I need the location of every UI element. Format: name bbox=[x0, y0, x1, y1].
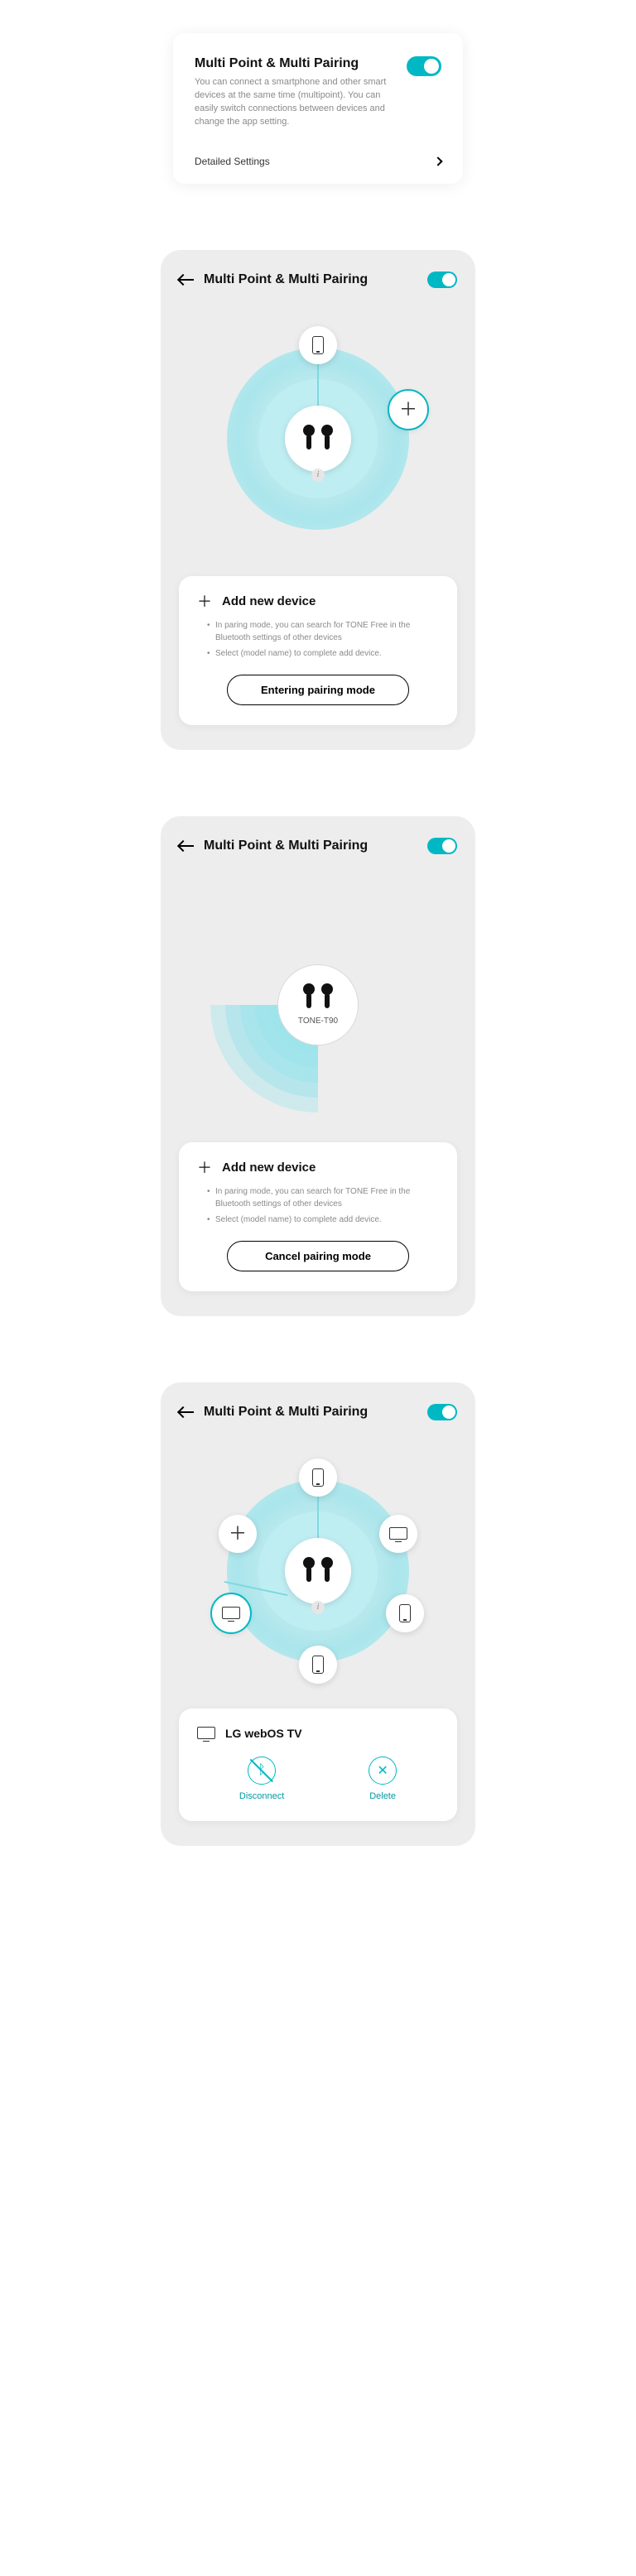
device-slot-monitor[interactable] bbox=[379, 1515, 417, 1553]
back-icon[interactable] bbox=[179, 274, 194, 286]
screen-initial-pairing: Multi Point & Multi Pairing i bbox=[161, 250, 475, 750]
instruction-bullet: In paring mode, you can search for TONE … bbox=[207, 1185, 439, 1210]
plus-icon: ＋ bbox=[399, 401, 417, 419]
monitor-icon bbox=[197, 1727, 215, 1739]
earbuds-icon bbox=[301, 425, 335, 453]
bluetooth-off-icon: ᛒ bbox=[248, 1757, 276, 1785]
chevron-right-icon bbox=[433, 156, 442, 166]
phone-icon bbox=[312, 1468, 324, 1487]
plus-icon: ＋ bbox=[229, 1525, 247, 1543]
unlink-icon: ✕ bbox=[369, 1757, 397, 1785]
earbuds-center bbox=[285, 406, 351, 472]
phone-icon bbox=[312, 336, 324, 354]
monitor-icon bbox=[389, 1527, 407, 1540]
multipoint-toggle[interactable] bbox=[427, 272, 457, 288]
settings-summary-card: Multi Point & Multi Pairing You can conn… bbox=[173, 33, 463, 184]
model-label: TONE-T90 bbox=[298, 1016, 338, 1026]
back-icon[interactable] bbox=[179, 1406, 194, 1418]
add-device-card: ＋ Add new device In paring mode, you can… bbox=[179, 1142, 457, 1291]
instruction-bullet: Select (model name) to complete add devi… bbox=[207, 1214, 439, 1226]
multipoint-toggle[interactable] bbox=[407, 56, 441, 76]
add-device-card: ＋ Add new device In paring mode, you can… bbox=[179, 576, 457, 725]
screen-pairing-scan: Multi Point & Multi Pairing TONE-T90 ＋ A… bbox=[161, 816, 475, 1316]
disconnect-label: Disconnect bbox=[239, 1791, 284, 1801]
device-radial-view: i ＋ bbox=[210, 331, 426, 546]
device-slot-monitor-selected[interactable] bbox=[212, 1594, 250, 1632]
earbuds-icon bbox=[301, 983, 335, 1012]
device-manage-card: LG webOS TV ᛒ Disconnect ✕ Delete bbox=[179, 1709, 457, 1821]
delete-label: Delete bbox=[369, 1791, 396, 1801]
device-slot-phone[interactable] bbox=[299, 326, 337, 364]
page-title: Multi Point & Multi Pairing bbox=[204, 272, 417, 287]
detailed-settings-label: Detailed Settings bbox=[195, 156, 270, 167]
instruction-bullet: Select (model name) to complete add devi… bbox=[207, 647, 439, 660]
disconnect-button[interactable]: ᛒ Disconnect bbox=[239, 1757, 284, 1801]
info-icon[interactable]: i bbox=[311, 1601, 325, 1614]
add-device-button[interactable]: ＋ bbox=[389, 391, 427, 429]
page-title: Multi Point & Multi Pairing bbox=[204, 1405, 417, 1420]
multipoint-toggle[interactable] bbox=[427, 1404, 457, 1420]
multipoint-toggle[interactable] bbox=[427, 838, 457, 854]
detailed-settings-link[interactable]: Detailed Settings bbox=[195, 146, 441, 167]
earbuds-center: TONE-T90 bbox=[278, 965, 358, 1045]
back-icon[interactable] bbox=[179, 840, 194, 852]
add-device-button[interactable]: ＋ bbox=[219, 1515, 257, 1553]
phone-icon bbox=[399, 1604, 411, 1622]
screen-devices-overview: Multi Point & Multi Pairing i bbox=[161, 1382, 475, 1846]
device-slot-phone[interactable] bbox=[299, 1459, 337, 1497]
enter-pairing-button[interactable]: Entering pairing mode bbox=[227, 675, 409, 705]
info-icon[interactable]: i bbox=[311, 469, 325, 482]
add-device-heading: Add new device bbox=[222, 1161, 316, 1175]
monitor-icon bbox=[222, 1607, 240, 1619]
device-radial-view: i ＋ bbox=[210, 1463, 426, 1679]
plus-icon: ＋ bbox=[197, 594, 212, 609]
plus-icon: ＋ bbox=[197, 1161, 212, 1175]
instruction-bullet: In paring mode, you can search for TONE … bbox=[207, 619, 439, 644]
device-slot-phone[interactable] bbox=[386, 1594, 424, 1632]
delete-button[interactable]: ✕ Delete bbox=[369, 1757, 397, 1801]
add-device-heading: Add new device bbox=[222, 594, 316, 608]
page-title: Multi Point & Multi Pairing bbox=[204, 839, 417, 853]
setting-title: Multi Point & Multi Pairing bbox=[195, 56, 393, 71]
device-slot-phone[interactable] bbox=[299, 1646, 337, 1684]
cancel-pairing-button[interactable]: Cancel pairing mode bbox=[227, 1241, 409, 1271]
earbuds-center bbox=[285, 1538, 351, 1604]
phone-icon bbox=[312, 1656, 324, 1674]
earbuds-icon bbox=[301, 1557, 335, 1585]
setting-description: You can connect a smartphone and other s… bbox=[195, 76, 393, 129]
pairing-radar: TONE-T90 bbox=[210, 897, 426, 1113]
device-name: LG webOS TV bbox=[225, 1727, 302, 1740]
